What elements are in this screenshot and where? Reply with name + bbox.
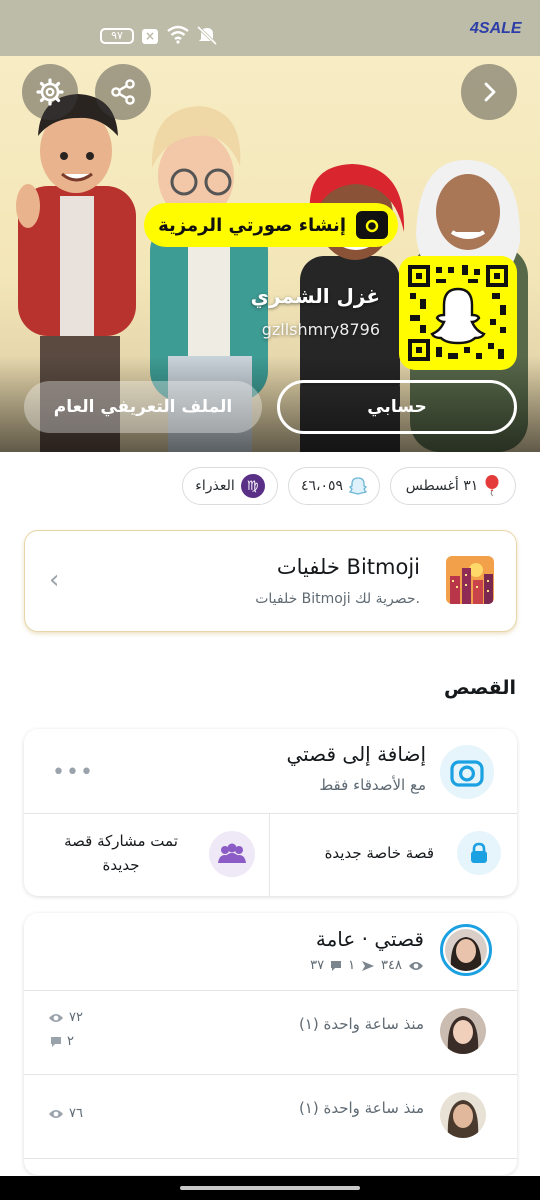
zodiac-label: العذراء: [195, 478, 235, 494]
divider: [24, 990, 517, 991]
my-story-stats: ٣٧ ١ ٣٤٨: [310, 958, 424, 973]
share-button[interactable]: [95, 64, 151, 120]
snapcode-icon: [406, 263, 510, 363]
balloon-icon: [485, 475, 499, 497]
group-icon: [209, 831, 255, 877]
create-bitmoji-button[interactable]: إنشاء صورتي الرمزية: [144, 203, 398, 247]
new-shared-story-button[interactable]: تمت مشاركة قصة جديدة: [46, 829, 196, 877]
status-bar: [0, 0, 540, 56]
gear-icon: [36, 78, 64, 106]
add-to-story-title[interactable]: إضافة إلى قصتي: [286, 742, 426, 766]
zodiac-badge[interactable]: العذراء ♍: [182, 467, 278, 505]
views-count: ٧٦: [69, 1106, 83, 1121]
bitmoji-backgrounds-subtitle: خلفيات Bitmoji حصرية لك.: [255, 591, 420, 607]
views-count: ٣٤٨: [381, 958, 402, 973]
eye-icon: [49, 1109, 63, 1118]
story-snap-time: منذ ساعة واحدة (١): [298, 1099, 424, 1117]
my-story-avatar[interactable]: [440, 924, 492, 976]
add-story-camera-button[interactable]: [440, 745, 494, 799]
story-snap-thumbnail[interactable]: [440, 1008, 486, 1054]
divider: [269, 814, 270, 896]
camera-icon: [356, 211, 388, 239]
divider: [24, 1074, 517, 1075]
city-background-icon: [446, 556, 494, 604]
lock-icon: [457, 831, 501, 875]
divider: [24, 1158, 517, 1159]
mute-icon: [196, 25, 218, 46]
display-name: غزل الشمري: [250, 284, 380, 308]
story-snap-time: منذ ساعة واحدة (١): [298, 1015, 424, 1033]
username: gzllshmry8796: [261, 320, 380, 339]
story-snap-views: ٧٦: [48, 1106, 83, 1121]
wifi-icon: [167, 25, 189, 44]
my-story-title[interactable]: قصتي · عامة: [316, 927, 424, 951]
new-private-story-button[interactable]: قصة خاصة جديدة: [325, 844, 434, 862]
eye-icon: [49, 1013, 63, 1022]
chevron-left-icon: ‹: [49, 565, 60, 595]
chat-icon: [51, 1036, 61, 1047]
birthday-badge[interactable]: ٣١ أغسطس: [390, 467, 516, 505]
share-arrow-icon: [362, 960, 375, 971]
snap-score-badge[interactable]: ٤٦،٠٥٩: [288, 467, 380, 505]
ghost-icon: [349, 477, 368, 495]
share-icon: [111, 79, 135, 105]
add-to-story-audience: مع الأصدقاء فقط: [319, 776, 426, 794]
my-account-button[interactable]: حسابي: [277, 380, 517, 434]
more-options-icon[interactable]: •••: [52, 760, 94, 785]
replies-count: ٢: [67, 1034, 74, 1049]
story-snap-replies: ٢: [50, 1034, 74, 1049]
battery-icon: ٩٧: [100, 28, 134, 44]
chat-icon: [331, 960, 342, 971]
replies-count: ٣٧: [310, 958, 325, 973]
create-bitmoji-label: إنشاء صورتي الرمزية: [158, 214, 346, 236]
snapcode[interactable]: [399, 256, 517, 370]
chevron-right-icon: [484, 82, 496, 102]
brand-logo: 4SALE: [470, 20, 522, 37]
home-gesture-handle[interactable]: [180, 1186, 360, 1190]
camera-icon: [450, 760, 484, 787]
story-snap-views: ٧٢: [48, 1010, 83, 1025]
story-snap-thumbnail[interactable]: [440, 1092, 486, 1138]
eye-icon: [409, 961, 423, 970]
close-box-icon: ×: [142, 29, 158, 44]
stories-section-title: القصص: [444, 677, 516, 699]
birthday-label: ٣١ أغسطس: [405, 478, 479, 494]
shares-count: ١: [348, 958, 356, 973]
forward-button[interactable]: [461, 64, 517, 120]
bitmoji-backgrounds-title: خلفيات Bitmoji: [276, 555, 420, 579]
views-count: ٧٢: [69, 1010, 83, 1025]
bitmoji-backgrounds-card[interactable]: خلفيات Bitmoji خلفيات Bitmoji حصرية لك. …: [24, 530, 517, 632]
snap-score-value: ٤٦،٠٥٩: [300, 478, 344, 494]
virgo-icon: ♍: [240, 474, 265, 498]
divider: [24, 813, 517, 814]
public-profile-button[interactable]: الملف التعريفي العام: [24, 381, 262, 433]
settings-button[interactable]: [22, 64, 78, 120]
